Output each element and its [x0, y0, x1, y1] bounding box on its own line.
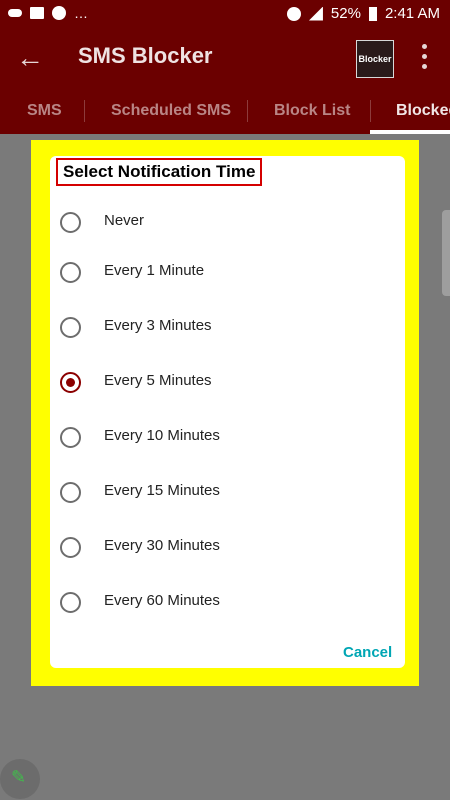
radio-button[interactable]: [60, 212, 81, 233]
battery-percent: 52%: [330, 5, 361, 22]
app-logo: Blocker: [356, 40, 394, 78]
folder-icon: [30, 7, 44, 19]
compose-button[interactable]: ✎: [0, 759, 40, 799]
tab-divider: [247, 100, 248, 122]
more-options-icon[interactable]: [416, 44, 434, 72]
notification-time-dialog: Select Notification Time Never Every 1 M…: [50, 156, 405, 668]
tab-bar: SMS Scheduled SMS Block List Blocked: [0, 88, 450, 134]
alarm-icon: [286, 6, 301, 21]
back-arrow-icon[interactable]: ←: [16, 42, 48, 74]
option-every-15-minutes[interactable]: Every 15 Minutes: [50, 475, 405, 511]
pencil-icon: ✎: [11, 767, 27, 787]
radio-button[interactable]: [60, 427, 81, 448]
background-card: [442, 210, 450, 296]
option-label: Every 15 Minutes: [104, 482, 220, 499]
status-icons-right: 52% 2:41 AM: [286, 5, 440, 22]
key-icon: [8, 9, 22, 17]
radio-button[interactable]: [60, 537, 81, 558]
status-icons-left: …: [8, 5, 89, 21]
signal-icon: [308, 6, 323, 21]
notification-icon: [52, 6, 66, 20]
tab-divider: [370, 100, 371, 122]
option-every-10-minutes[interactable]: Every 10 Minutes: [50, 420, 405, 456]
option-label: Every 3 Minutes: [104, 317, 212, 334]
option-label: Every 5 Minutes: [104, 372, 212, 389]
radio-button[interactable]: [60, 482, 81, 503]
option-every-3-minutes[interactable]: Every 3 Minutes: [50, 310, 405, 346]
option-label: Every 1 Minute: [104, 262, 205, 279]
tab-blocked[interactable]: Blocked: [396, 88, 450, 134]
tab-divider: [84, 100, 85, 122]
tab-block-list[interactable]: Block List: [274, 88, 350, 134]
option-label: Every 60 Minutes: [104, 592, 220, 609]
status-bar: … 52% 2:41 AM: [0, 0, 450, 28]
radio-button[interactable]: [60, 592, 81, 613]
more-notifications-icon: …: [74, 5, 89, 21]
app-bar: ← SMS Blocker Blocker: [0, 28, 450, 88]
option-every-30-minutes[interactable]: Every 30 Minutes: [50, 530, 405, 566]
tab-sms[interactable]: SMS: [27, 88, 62, 134]
dialog-title: Select Notification Time: [56, 158, 263, 186]
battery-icon: [368, 6, 377, 21]
status-time: 2:41 AM: [384, 5, 440, 22]
option-every-60-minutes[interactable]: Every 60 Minutes: [50, 585, 405, 621]
option-label: Every 10 Minutes: [104, 427, 220, 444]
tab-scheduled-sms[interactable]: Scheduled SMS: [111, 88, 231, 134]
radio-button-selected[interactable]: [60, 372, 81, 393]
app-title: SMS Blocker: [78, 43, 213, 68]
radio-button[interactable]: [60, 262, 81, 283]
option-label: Every 30 Minutes: [104, 537, 220, 554]
option-every-1-minute[interactable]: Every 1 Minute: [50, 255, 405, 291]
cancel-button[interactable]: Cancel: [343, 644, 392, 661]
option-never[interactable]: Never: [50, 205, 405, 241]
radio-button[interactable]: [60, 317, 81, 338]
option-every-5-minutes[interactable]: Every 5 Minutes: [50, 365, 405, 401]
option-label: Never: [104, 212, 145, 229]
